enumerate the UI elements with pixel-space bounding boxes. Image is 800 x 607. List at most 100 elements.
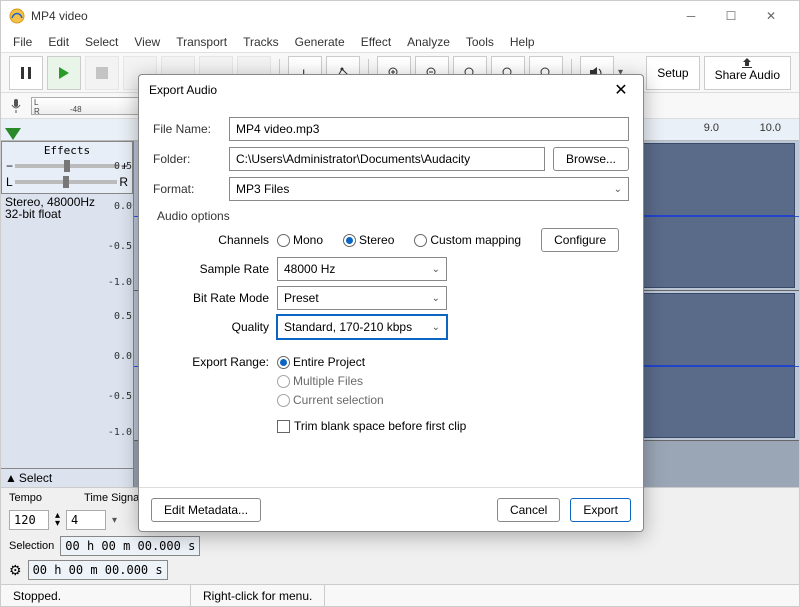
- wave-scale: 0.0: [106, 351, 132, 362]
- pan-r-label: R: [119, 175, 128, 189]
- quality-label: Quality: [153, 320, 269, 334]
- pan-slider[interactable]: [15, 180, 118, 184]
- cancel-button[interactable]: Cancel: [497, 498, 560, 522]
- menu-analyze[interactable]: Analyze: [399, 33, 458, 51]
- export-audio-dialog: Export Audio ✕ File Name: Folder: Browse…: [138, 74, 644, 532]
- status-hint: Right-click for menu.: [191, 585, 325, 606]
- custom-mapping-radio[interactable]: Custom mapping: [414, 233, 521, 247]
- export-button[interactable]: Export: [570, 498, 631, 522]
- effects-header: Effects: [6, 144, 128, 157]
- samplerate-select[interactable]: 48000 Hz⌄: [277, 257, 447, 281]
- app-logo-icon: [9, 8, 25, 24]
- menu-transport[interactable]: Transport: [168, 33, 235, 51]
- settings-gear-icon[interactable]: ⚙: [9, 562, 22, 579]
- menu-tools[interactable]: Tools: [458, 33, 502, 51]
- menu-view[interactable]: View: [126, 33, 168, 51]
- bitratemode-select[interactable]: Preset ⌄: [277, 286, 447, 310]
- quality-value: Standard, 170-210 kbps: [284, 320, 412, 334]
- tempo-input[interactable]: [9, 510, 49, 530]
- menu-edit[interactable]: Edit: [40, 33, 77, 51]
- quality-select[interactable]: Standard, 170-210 kbps⌄: [277, 315, 447, 339]
- selection-end-timecode[interactable]: 00 h 00 m 00.000 s: [28, 560, 168, 580]
- export-range-label: Export Range:: [153, 355, 269, 369]
- dialog-footer: Edit Metadata... Cancel Export: [139, 487, 643, 531]
- range-multiple-radio[interactable]: Multiple Files: [277, 374, 363, 388]
- share-audio-label: Share Audio: [715, 69, 780, 81]
- bitratemode-label: Bit Rate Mode: [153, 291, 269, 305]
- range-entire-radio[interactable]: Entire Project: [277, 355, 365, 369]
- share-audio-button[interactable]: Share Audio: [704, 56, 791, 90]
- range-selection-label: Current selection: [293, 393, 384, 407]
- bitratemode-value: Preset: [284, 291, 319, 305]
- ruler-tick: 10.0: [760, 122, 781, 134]
- folder-input[interactable]: [229, 147, 545, 171]
- track-select-label: Select: [19, 471, 52, 485]
- menu-select[interactable]: Select: [77, 33, 126, 51]
- dialog-title: Export Audio: [149, 83, 217, 97]
- selection-start-timecode[interactable]: 00 h 00 m 00.000 s: [60, 536, 200, 556]
- minimize-button[interactable]: ─: [671, 1, 711, 31]
- track-select-box[interactable]: ▲ Select: [1, 468, 133, 487]
- range-entire-label: Entire Project: [293, 355, 365, 369]
- chevron-down-icon: ⌄: [614, 184, 622, 195]
- tempo-label: Tempo: [9, 492, 42, 504]
- samplerate-label: Sample Rate: [153, 262, 269, 276]
- trim-blank-checkbox[interactable]: Trim blank space before first clip: [277, 419, 466, 433]
- pause-button[interactable]: [9, 56, 43, 90]
- playhead-marker-icon[interactable]: [5, 128, 21, 140]
- menu-file[interactable]: File: [5, 33, 40, 51]
- stereo-label: Stereo: [359, 233, 394, 247]
- browse-button[interactable]: Browse...: [553, 147, 629, 171]
- play-button[interactable]: [47, 56, 81, 90]
- timesig-chevron-icon[interactable]: ▾: [112, 515, 117, 526]
- upload-icon: [740, 57, 754, 69]
- wave-scale: -0.5: [106, 241, 132, 252]
- range-selection-radio[interactable]: Current selection: [277, 393, 384, 407]
- titlebar: MP4 video ─ ☐ ✕: [1, 1, 799, 31]
- filename-input[interactable]: [229, 117, 629, 141]
- wave-scale: -1.0: [106, 427, 132, 438]
- audio-setup-button[interactable]: Setup: [646, 56, 699, 90]
- menu-effect[interactable]: Effect: [353, 33, 399, 51]
- custom-label: Custom mapping: [430, 233, 521, 247]
- menubar: File Edit Select View Transport Tracks G…: [1, 31, 799, 53]
- audio-clip[interactable]: [634, 293, 795, 438]
- status-state: Stopped.: [1, 585, 191, 606]
- selection-label: Selection: [9, 540, 54, 552]
- trim-blank-label: Trim blank space before first clip: [294, 419, 466, 433]
- spinner-icon[interactable]: ▴▾: [55, 512, 60, 528]
- filename-label: File Name:: [153, 122, 221, 136]
- dialog-close-button[interactable]: ✕: [609, 80, 633, 100]
- mono-radio[interactable]: Mono: [277, 233, 323, 247]
- stop-button[interactable]: [85, 56, 119, 90]
- menu-generate[interactable]: Generate: [287, 33, 353, 51]
- format-value: MP3 Files: [236, 182, 289, 196]
- samplerate-value: 48000 Hz: [284, 262, 335, 276]
- dialog-titlebar: Export Audio ✕: [139, 75, 643, 105]
- menu-help[interactable]: Help: [502, 33, 543, 51]
- meter-lr-label: LR: [34, 98, 40, 116]
- edit-metadata-button[interactable]: Edit Metadata...: [151, 498, 261, 522]
- chevron-down-icon: ⌄: [432, 293, 440, 304]
- range-multiple-label: Multiple Files: [293, 374, 363, 388]
- collapse-icon[interactable]: ▲: [5, 471, 17, 485]
- format-select[interactable]: MP3 Files ⌄: [229, 177, 629, 201]
- close-button[interactable]: ✕: [751, 1, 791, 31]
- channels-label: Channels: [153, 233, 269, 247]
- meter-tick: -48: [70, 105, 82, 114]
- menu-tracks[interactable]: Tracks: [235, 33, 287, 51]
- wave-scale: 0.0: [106, 201, 132, 212]
- stereo-radio[interactable]: Stereo: [343, 233, 394, 247]
- statusbar: Stopped. Right-click for menu.: [1, 584, 799, 606]
- configure-button[interactable]: Configure: [541, 228, 619, 252]
- minus-icon: −: [6, 159, 13, 173]
- audio-options-label: Audio options: [157, 209, 629, 223]
- maximize-button[interactable]: ☐: [711, 1, 751, 31]
- pan-l-label: L: [6, 175, 13, 189]
- window-title: MP4 video: [31, 9, 671, 23]
- gain-slider[interactable]: [15, 164, 119, 168]
- wave-scale: 0.5: [106, 311, 132, 322]
- timesig-input[interactable]: [66, 510, 106, 530]
- audio-clip[interactable]: [634, 143, 795, 288]
- wave-scale: -1.0: [106, 277, 132, 288]
